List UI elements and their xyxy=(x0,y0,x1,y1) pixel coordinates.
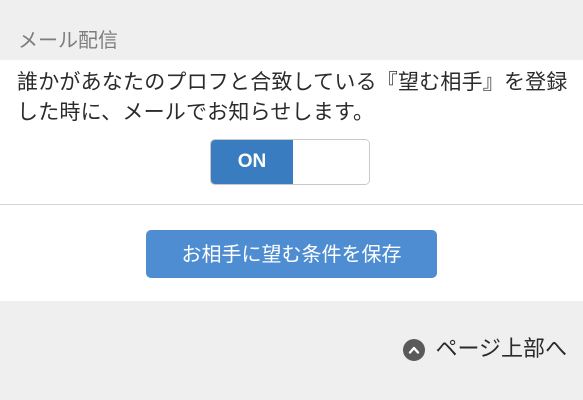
page-top-label: ページ上部へ xyxy=(435,337,567,362)
email-notification-toggle[interactable]: ON xyxy=(210,139,370,185)
chevron-up-glyph xyxy=(409,346,420,354)
email-settings-screen: メール配信 誰かがあなたのプロフと合致している『望む相手』を登録した時に、メール… xyxy=(0,0,583,400)
toggle-off-side xyxy=(293,140,369,184)
save-panel: お相手に望む条件を保存 xyxy=(0,205,583,301)
chevron-up-icon xyxy=(403,339,426,361)
save-conditions-button[interactable]: お相手に望む条件を保存 xyxy=(146,230,437,278)
notification-description: 誰かがあなたのプロフと合致している『望む相手』を登録した時に、メールでお知らせし… xyxy=(17,70,568,124)
toggle-on-label: ON xyxy=(211,140,293,184)
page-top-link[interactable]: ページ上部へ xyxy=(403,333,567,367)
section-header: メール配信 xyxy=(0,0,583,60)
section-title: メール配信 xyxy=(18,28,118,52)
notification-panel: 誰かがあなたのプロフと合致している『望む相手』を登録した時に、メールでお知らせし… xyxy=(0,60,583,204)
